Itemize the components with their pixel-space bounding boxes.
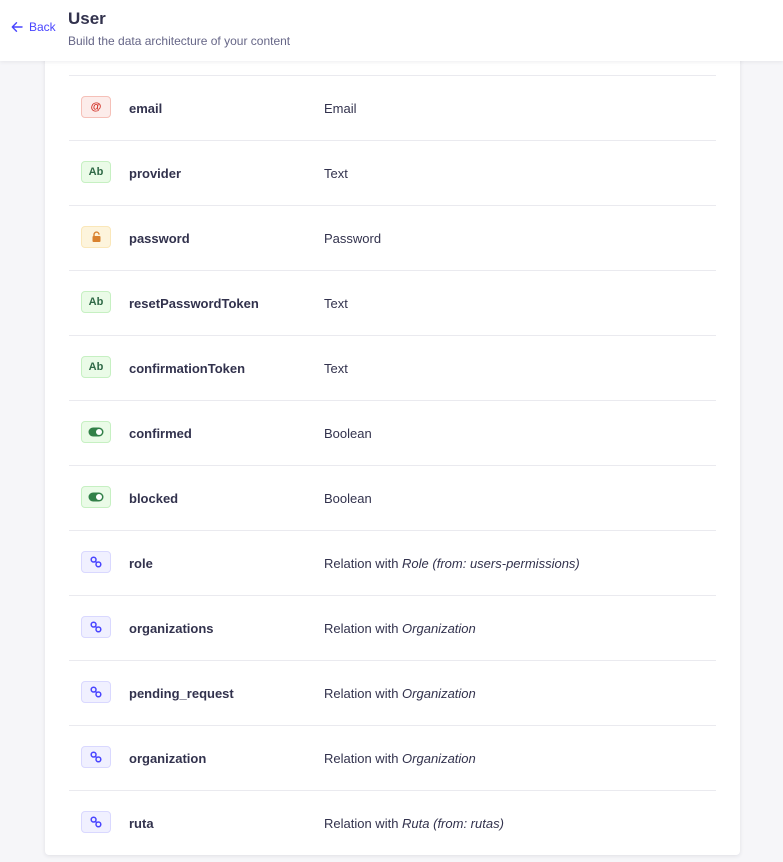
field-type: Relation with Role (from: users-permissi… <box>324 556 580 571</box>
field-type: Relation with Ruta (from: rutas) <box>324 816 504 831</box>
field-type-label: Text <box>324 360 348 376</box>
field-name: blocked <box>129 490 179 506</box>
link-icon <box>81 551 111 573</box>
field-type-label: Email <box>324 100 357 116</box>
field-row[interactable]: password Password <box>69 206 716 271</box>
field-name: confirmationToken <box>129 360 246 376</box>
page-header: Back User Build the data architecture of… <box>0 0 783 61</box>
toggle-icon <box>81 486 111 508</box>
field-type-label: Relation with <box>324 750 403 766</box>
field-name: organizations <box>129 620 214 636</box>
relation-target: Ruta (from: rutas) <box>402 815 504 831</box>
field-row[interactable]: ruta Relation with Ruta (from: rutas) <box>69 791 716 855</box>
field-type-label: Relation with <box>324 620 403 636</box>
field-type-label: Boolean <box>324 490 372 506</box>
field-row[interactable]: confirmed Boolean <box>69 401 716 466</box>
toggle-icon <box>81 421 111 443</box>
field-name: provider <box>129 165 182 181</box>
field-type: Boolean <box>324 491 372 506</box>
field-type: Relation with Organization <box>324 686 476 701</box>
field-name: resetPasswordToken <box>129 295 259 311</box>
field-type: Password <box>324 231 381 246</box>
field-type-label: Text <box>324 165 348 181</box>
text-icon: Ab <box>81 356 111 378</box>
field-row[interactable]: organizations Relation with Organization <box>69 596 716 661</box>
link-icon <box>81 746 111 768</box>
relation-target: Organization <box>402 685 476 701</box>
relation-target: Organization <box>402 620 476 636</box>
field-row[interactable]: Ab confirmationToken Text <box>69 336 716 401</box>
text-icon: Ab <box>81 291 111 313</box>
fields-card: @ email Email Ab provider Text password Passwor… <box>45 40 740 855</box>
relation-target: Role (from: users-permissions) <box>402 555 580 571</box>
relation-target: Organization <box>402 750 476 766</box>
field-type-label: Password <box>324 230 382 246</box>
back-link[interactable]: Back <box>11 20 56 34</box>
field-name: email <box>129 100 163 116</box>
field-type: Text <box>324 296 348 311</box>
field-type: Boolean <box>324 426 372 441</box>
field-type-label: Boolean <box>324 425 372 441</box>
field-type-label: Relation with <box>324 555 403 571</box>
field-type-label: Text <box>324 295 348 311</box>
field-name: confirmed <box>129 425 192 441</box>
field-row[interactable]: pending_request Relation with Organizatio… <box>69 661 716 726</box>
lock-icon <box>81 226 111 248</box>
link-icon <box>81 681 111 703</box>
field-row[interactable]: Ab resetPasswordToken Text <box>69 271 716 336</box>
field-type: Text <box>324 166 348 181</box>
field-type: Email <box>324 101 357 116</box>
field-name: pending_request <box>129 685 234 701</box>
field-type-label: Relation with <box>324 685 403 701</box>
field-name: password <box>129 230 190 246</box>
page-subtitle: Build the data architecture of your cont… <box>68 34 291 48</box>
field-name: ruta <box>129 815 154 831</box>
field-name: organization <box>129 750 207 766</box>
text-icon: Ab <box>81 161 111 183</box>
field-type: Relation with Organization <box>324 751 476 766</box>
field-row[interactable]: Ab provider Text <box>69 141 716 206</box>
field-list: @ email Email Ab provider Text password Passwor… <box>69 75 716 855</box>
link-icon <box>81 616 111 638</box>
field-row[interactable]: organization Relation with Organization <box>69 726 716 791</box>
at-icon: @ <box>81 96 111 118</box>
field-type: Relation with Organization <box>324 621 476 636</box>
back-label: Back <box>29 20 56 34</box>
field-row[interactable]: role Relation with Role (from: users-perm… <box>69 531 716 596</box>
field-type: Text <box>324 361 348 376</box>
field-row[interactable]: blocked Boolean <box>69 466 716 531</box>
arrow-left-icon <box>11 21 23 33</box>
field-type-label: Relation with <box>324 815 403 831</box>
field-row[interactable]: @ email Email <box>69 76 716 141</box>
field-name: role <box>129 555 153 571</box>
link-icon <box>81 811 111 833</box>
page-title: User <box>68 9 106 28</box>
